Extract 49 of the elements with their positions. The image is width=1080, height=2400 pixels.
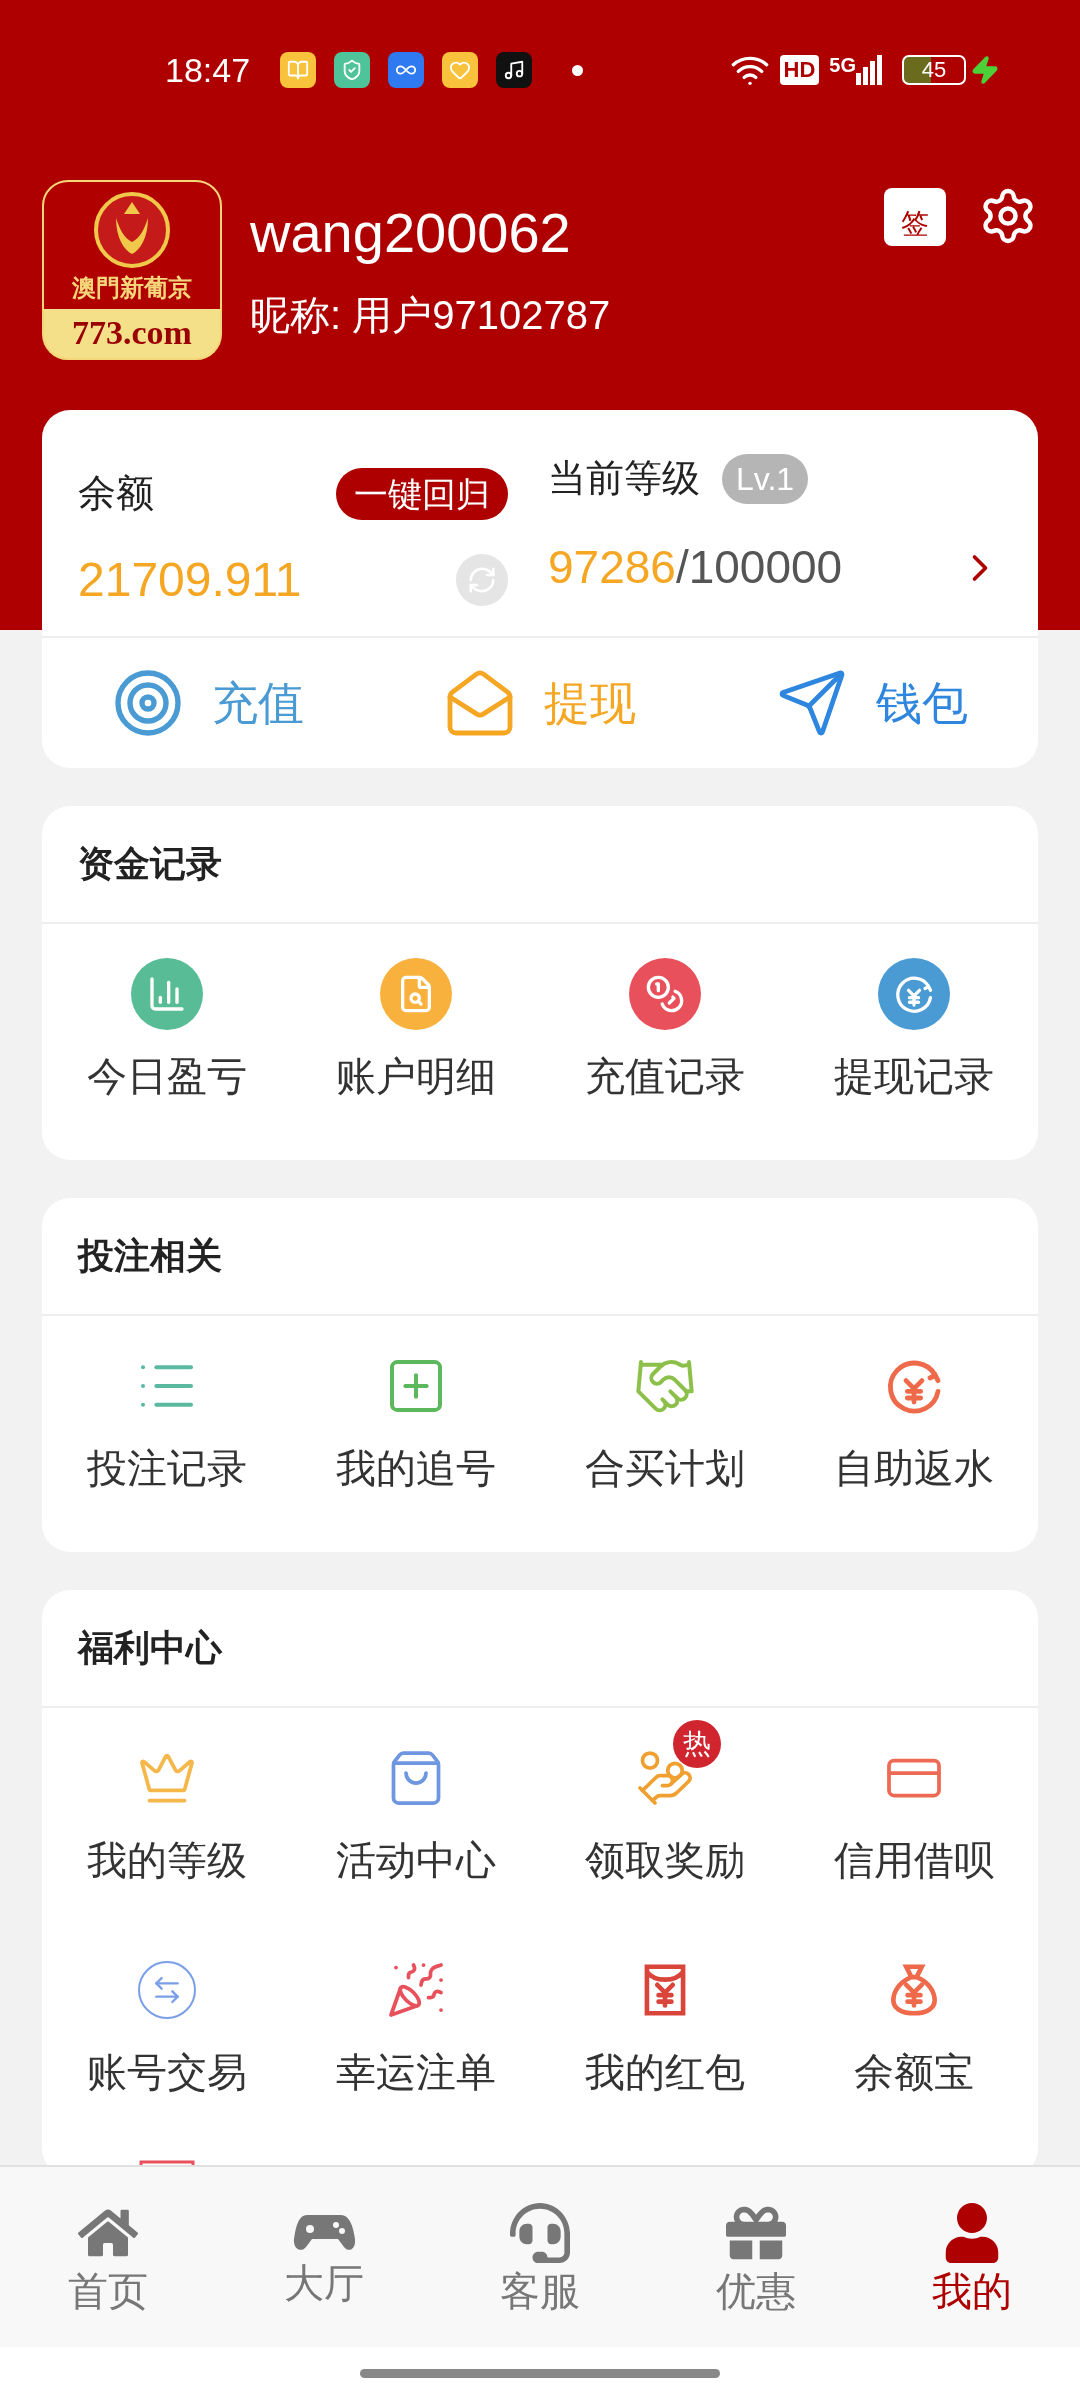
- menu-item[interactable]: 我的等级: [42, 1718, 291, 1930]
- menu-item[interactable]: 自助返水: [789, 1326, 1038, 1538]
- nav-tab[interactable]: 首页: [0, 2167, 216, 2347]
- level-badge: Lv.1: [722, 453, 809, 504]
- app-icon: [334, 52, 371, 88]
- swap-icon: [137, 1961, 196, 2019]
- nav-tab[interactable]: 优惠: [648, 2167, 864, 2347]
- menu-item[interactable]: 账号交易: [42, 1930, 291, 2142]
- headset-icon: [510, 2203, 570, 2263]
- recall-button[interactable]: 一键回归: [336, 467, 508, 520]
- section-title: 资金记录: [78, 842, 222, 886]
- nickname: 昵称: 用户97102787: [250, 295, 611, 335]
- section-title: 福利中心: [78, 1626, 222, 1670]
- menu-item[interactable]: 幸运注单: [291, 1930, 540, 2142]
- menu-item[interactable]: 我的追号: [291, 1326, 540, 1538]
- clock-time: 18:47: [165, 49, 251, 91]
- menu-item[interactable]: 信用借呗: [789, 1718, 1038, 1930]
- battery-indicator: 45: [902, 55, 966, 85]
- menu-item[interactable]: 账户明细: [291, 934, 540, 1146]
- nav-tab[interactable]: 客服: [432, 2167, 648, 2347]
- menu-item[interactable]: 余额宝: [789, 1930, 1038, 2142]
- app-icon: [496, 52, 533, 88]
- signal-icon: [856, 55, 882, 85]
- app-logo: 澳門新葡京 773.com: [42, 180, 222, 360]
- balance-amount: 21709.911: [78, 552, 302, 608]
- app-icon: [280, 52, 317, 88]
- action-button[interactable]: 钱包: [706, 638, 1038, 768]
- sign-in-calendar-button[interactable]: 签: [884, 188, 946, 246]
- charging-icon: [970, 55, 1000, 85]
- app-icon: [388, 52, 425, 88]
- menu-item[interactable]: 今日盈亏: [42, 934, 291, 1146]
- menu-item[interactable]: 活动中心: [291, 1718, 540, 1930]
- menu-item[interactable]: 合买计划: [540, 1326, 789, 1538]
- menu-item[interactable]: 热 领取奖励: [540, 1718, 789, 1930]
- hot-badge: 热: [672, 1720, 721, 1768]
- hd-indicator: HD: [779, 55, 820, 85]
- menu-item[interactable]: 投注记录: [42, 1326, 291, 1538]
- menu-item[interactable]: 提现记录: [789, 934, 1038, 1146]
- level-progress-text: 97286/100000: [548, 540, 843, 595]
- balance-label: 余额: [78, 471, 154, 516]
- network-type: 5G: [829, 53, 856, 78]
- menu-item[interactable]: 我的红包: [540, 1930, 789, 2142]
- app-icon: [442, 52, 479, 88]
- nav-tab[interactable]: 我的: [864, 2167, 1080, 2347]
- level-label: 当前等级: [548, 456, 700, 501]
- nav-tab[interactable]: 大厅: [216, 2167, 432, 2347]
- section-title: 投注相关: [78, 1234, 222, 1278]
- menu-item[interactable]: 充值记录: [540, 934, 789, 1146]
- target-icon: [112, 667, 184, 739]
